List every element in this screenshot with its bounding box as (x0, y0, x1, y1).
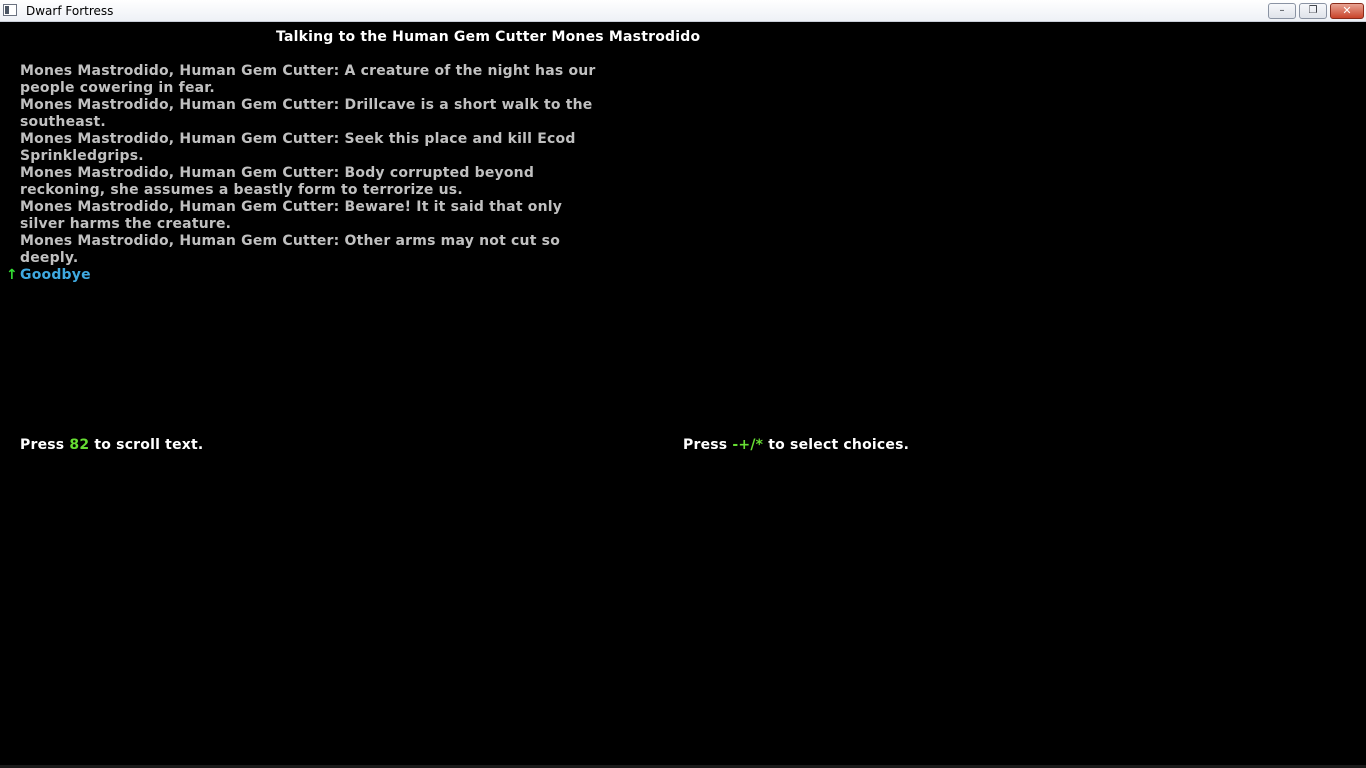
scroll-key: 82 (69, 437, 90, 453)
window-title: Dwarf Fortress (26, 4, 114, 18)
maximize-button[interactable]: ❐ (1299, 3, 1327, 19)
select-key: -+/* (732, 437, 764, 453)
dialog-line: Mones Mastrodido, Human Gem Cutter: Dril… (20, 97, 593, 130)
hint-suffix: to scroll text. (89, 437, 204, 453)
choice-label: Goodbye (20, 267, 91, 283)
hint-suffix: to select choices. (763, 437, 910, 453)
dialog-line: Mones Mastrodido, Human Gem Cutter: Seek… (20, 131, 576, 164)
choice-goodbye[interactable]: ↑ Goodbye (6, 267, 91, 284)
game-screen: Talking to the Human Gem Cutter Mones Ma… (0, 22, 1366, 768)
conversation-log[interactable]: Mones Mastrodido, Human Gem Cutter: A cr… (20, 63, 600, 267)
conversation-title: Talking to the Human Gem Cutter Mones Ma… (276, 29, 701, 45)
hint-prefix: Press (20, 437, 70, 453)
game-window: Dwarf Fortress – ❐ ✕ Talking to the Huma… (0, 0, 1366, 768)
close-button[interactable]: ✕ (1330, 3, 1364, 19)
app-icon[interactable] (3, 4, 17, 16)
dialog-line: Mones Mastrodido, Human Gem Cutter: Body… (20, 165, 535, 198)
dialog-line: Mones Mastrodido, Human Gem Cutter: A cr… (20, 63, 596, 96)
window-titlebar[interactable]: Dwarf Fortress – ❐ ✕ (0, 0, 1366, 22)
dialog-line: Mones Mastrodido, Human Gem Cutter: Bewa… (20, 199, 563, 232)
scroll-hint: Press 82 to scroll text. (20, 437, 203, 454)
selection-arrow-icon: ↑ (6, 267, 18, 283)
select-hint: Press -+/* to select choices. (683, 437, 909, 454)
dialog-line: Mones Mastrodido, Human Gem Cutter: Othe… (20, 233, 561, 266)
hint-prefix: Press (683, 437, 733, 453)
minimize-button[interactable]: – (1268, 3, 1296, 19)
